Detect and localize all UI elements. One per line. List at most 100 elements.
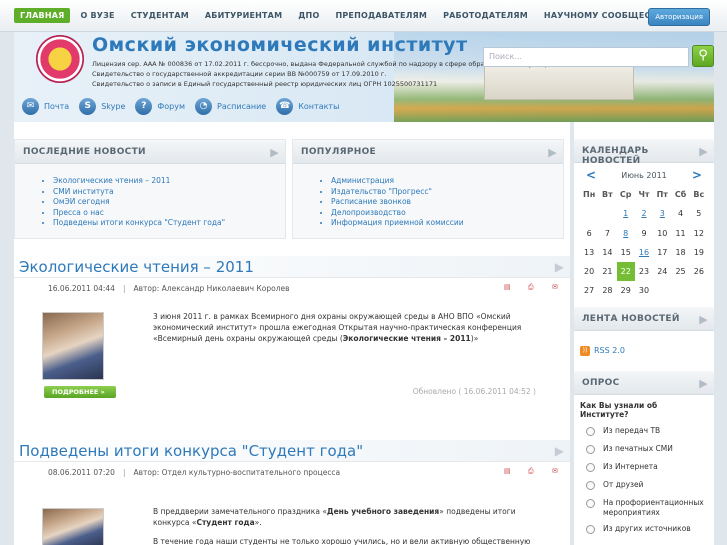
arrow-icon: ▶ [699, 145, 708, 158]
institute-logo[interactable] [36, 35, 84, 83]
print-icon[interactable]: ⎙ [528, 283, 536, 291]
list-item[interactable]: Расписание звонков [331, 197, 563, 208]
list-item[interactable]: Издательство "Прогресс" [331, 187, 563, 198]
article-tools: ▤ ⎙ ✉ [488, 467, 560, 475]
calendar-weekday: Ср [619, 190, 632, 199]
poll-option[interactable]: Из Интернета [574, 459, 714, 477]
calendar-day-today[interactable]: 22 [616, 262, 635, 282]
text-fragment: ». [254, 518, 262, 527]
right-sidebar: КАЛЕНДАРЬ НОВОСТЕЙ ▶ < Июнь 2011 > Пн Вт Ср… [574, 122, 714, 545]
calendar-day: 7 [604, 228, 610, 238]
pdf-icon[interactable]: ▤ [504, 283, 512, 291]
calendar-day-link[interactable]: 3 [653, 204, 671, 223]
quick-link-skype[interactable]: S Skype [79, 98, 125, 115]
radio-button[interactable] [586, 480, 595, 490]
prev-month-button[interactable]: < [586, 168, 596, 182]
nav-item-applicants[interactable]: АБИТУРИЕНТАМ [199, 8, 288, 23]
login-button[interactable]: Авторизация [648, 8, 710, 26]
calendar-day-link[interactable]: 16 [635, 243, 653, 262]
chevron-right-icon: » [100, 388, 105, 396]
list-item[interactable]: Делопроизводство [331, 208, 563, 219]
calendar-day: 18 [675, 247, 686, 257]
calendar-day-link[interactable]: 2 [635, 204, 653, 223]
calendar-day: 26 [693, 267, 704, 277]
print-icon[interactable]: ⎙ [528, 467, 536, 475]
radio-button[interactable] [586, 426, 595, 436]
list-item[interactable]: Администрация [331, 176, 563, 187]
list-item[interactable]: СМИ института [53, 187, 285, 198]
rss-icon: )) [580, 345, 590, 356]
nav-item-dpo[interactable]: ДПО [292, 8, 325, 23]
poll-option[interactable]: Из печатных СМИ [574, 441, 714, 459]
article-image [42, 312, 104, 380]
feed-title: ЛЕНТА НОВОСТЕЙ [582, 313, 680, 324]
arrow-icon: ▶ [699, 312, 708, 326]
article-title[interactable]: Экологические чтения – 2011 [19, 258, 254, 276]
article: Подведены итоги конкурса "Студент года" ▶… [14, 440, 570, 545]
poll-option[interactable]: Из передач ТВ [574, 423, 714, 441]
site-title[interactable]: Омский экономический институт [92, 34, 468, 56]
list-item[interactable]: Информация приемной комиссии [331, 218, 563, 229]
poll-option[interactable]: Из других источников [574, 521, 714, 539]
quick-link-contacts[interactable]: ☎ Контакты [276, 98, 339, 115]
calendar-day-link[interactable]: 1 [617, 204, 635, 223]
article-tools: ▤ ⎙ ✉ [488, 283, 560, 291]
contacts-icon: ☎ [276, 98, 294, 115]
schedule-icon: ◔ [195, 98, 213, 115]
mail-icon: ✉ [22, 98, 39, 115]
calendar-title: КАЛЕНДАРЬ НОВОСТЕЙ [582, 146, 649, 166]
email-icon[interactable]: ✉ [552, 283, 560, 291]
article-meta: 16.06.2011 04:44 | Автор: Александр Никола… [14, 278, 570, 298]
quick-link-forum[interactable]: ? Форум [135, 98, 185, 115]
nav-item-students[interactable]: СТУДЕНТАМ [125, 8, 195, 23]
article-text: 3 июня 2011 г. в рамках Всемирного дня о… [153, 311, 543, 344]
arrow-icon: ▶ [554, 260, 564, 274]
email-icon[interactable]: ✉ [552, 467, 560, 475]
nav-item-about[interactable]: О ВУЗЕ [74, 8, 120, 23]
quick-link-mail[interactable]: ✉ Почта [22, 98, 69, 115]
news-calendar: < Июнь 2011 > Пн Вт Ср Чт Пт Сб Вс 1 2 3 4 5 6 7 8 9 10 1… [574, 163, 714, 301]
nav-item-teachers[interactable]: ПРЕПОДАВАТЕЛЯМ [329, 8, 433, 23]
popular-list: Администрация Издательство "Прогресс" Ра… [293, 164, 563, 229]
poll-option[interactable]: От друзей [574, 477, 714, 495]
updated-date: Обновлено ( 16.06.2011 04:52 ) [412, 387, 536, 396]
pdf-icon[interactable]: ▤ [504, 467, 512, 475]
text-fragment: В преддверии замечательного праздника « [153, 507, 327, 516]
quick-links: ✉ Почта S Skype ? Форум ◔ Расписание ☎ Контак… [22, 98, 349, 115]
radio-button[interactable] [586, 444, 595, 454]
radio-button[interactable] [586, 498, 595, 508]
nav-item-employers[interactable]: РАБОТОДАТЕЛЯМ [437, 8, 534, 23]
quick-link-schedule[interactable]: ◔ Расписание [195, 98, 266, 115]
radio-button[interactable] [586, 462, 595, 472]
text-bold: Экологические чтения – 2011 [342, 334, 471, 343]
rss-link[interactable]: )) RSS 2.0 [574, 331, 714, 371]
list-item[interactable]: ОмЭИ сегодня [53, 197, 285, 208]
registry-line: Свидетельство о записи в Единый государс… [92, 80, 438, 88]
arrow-icon: ▶ [554, 444, 564, 458]
search-button[interactable]: ⚲ [692, 45, 714, 67]
calendar-day: 14 [602, 247, 613, 257]
list-item[interactable]: Подведены итоги конкурса "Студент года" [53, 218, 285, 229]
rss-label: RSS 2.0 [594, 346, 625, 356]
popular-title: ПОПУЛЯРНОЕ [301, 147, 376, 157]
nav-item-home[interactable]: ГЛАВНАЯ [14, 8, 71, 23]
list-item[interactable]: Экологические чтения – 2011 [53, 176, 285, 187]
calendar-day: 17 [657, 247, 668, 257]
poll-option-label: От друзей [603, 479, 644, 489]
radio-button[interactable] [586, 524, 595, 534]
read-more-button[interactable]: ПОДРОБНЕЕ » [44, 386, 116, 398]
arrow-icon: ▶ [270, 146, 279, 159]
calendar-weekday: Чт [638, 190, 650, 199]
next-month-button[interactable]: > [692, 168, 702, 182]
poll-option[interactable]: На профориентационных мероприятиях [574, 495, 714, 521]
panel-heading: ПОСЛЕДНИЕ НОВОСТИ ▶ [15, 140, 285, 164]
calendar-empty-cell [580, 204, 598, 223]
list-item[interactable]: Пресса о нас [53, 208, 285, 219]
calendar-day-link[interactable]: 8 [617, 224, 635, 243]
article-title[interactable]: Подведены итоги конкурса "Студент года" [19, 442, 363, 460]
calendar-day: 11 [675, 228, 686, 238]
calendar-empty-cell [653, 281, 671, 300]
poll-title: ОПРОС [582, 377, 620, 388]
search-input[interactable]: Поиск... [483, 47, 689, 67]
top-nav-items: ГЛАВНАЯ О ВУЗЕ СТУДЕНТАМ АБИТУРИЕНТАМ ДП… [14, 8, 679, 23]
